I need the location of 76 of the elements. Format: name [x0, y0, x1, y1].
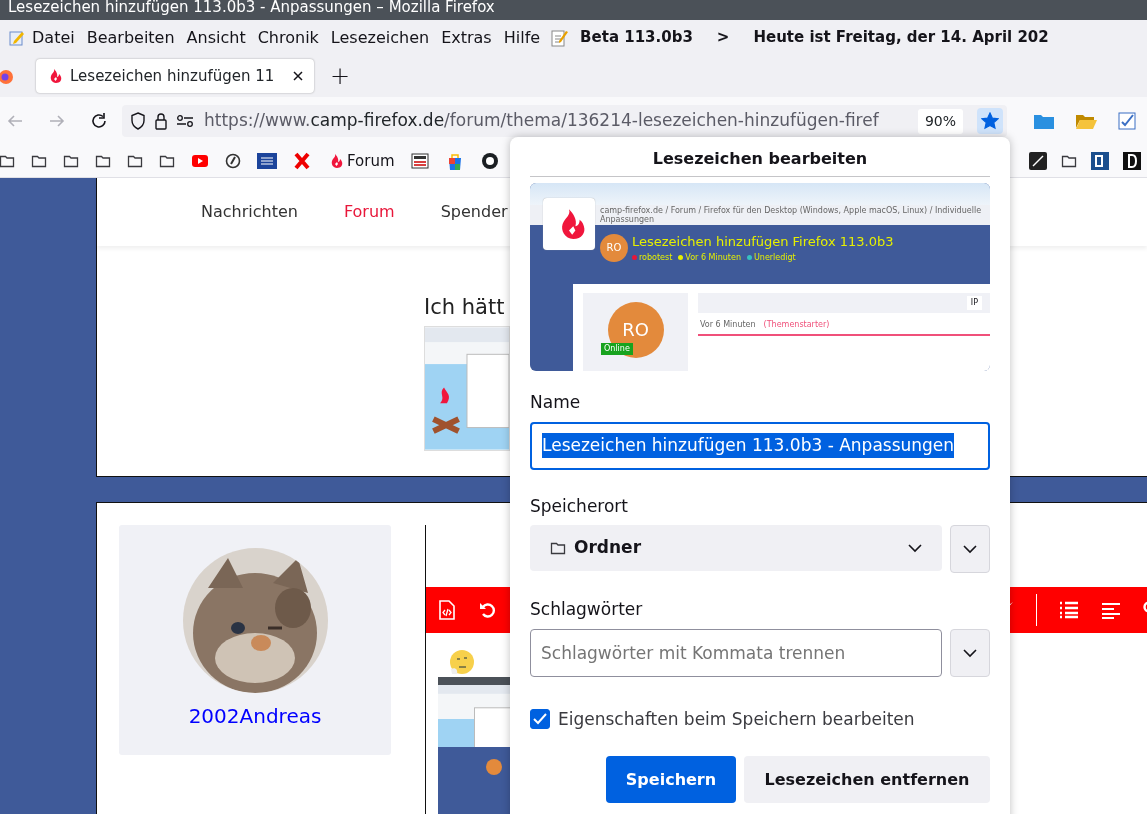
preview-title: Lesezeichen hinzufügen Firefox 113.0b3 — [632, 233, 894, 252]
separator-label: > — [716, 27, 730, 49]
shield-icon[interactable] — [130, 112, 146, 130]
folder-icon[interactable] — [31, 153, 47, 169]
cross-icon[interactable] — [293, 152, 311, 170]
newspaper-icon[interactable] — [410, 152, 429, 170]
folder-icon[interactable] — [127, 153, 143, 169]
align-left-icon[interactable] — [1101, 601, 1121, 619]
bookmark-star-button[interactable] — [977, 108, 1003, 134]
status-badge: Online — [601, 342, 633, 355]
folder-icon[interactable] — [63, 153, 79, 169]
chevron-down-icon — [908, 543, 922, 554]
menu-item[interactable]: Bearbeiten — [80, 25, 181, 50]
menu-item[interactable]: Extras — [435, 25, 498, 50]
site-nav-link[interactable]: Nachrichten — [201, 200, 298, 224]
undo-icon[interactable] — [479, 601, 497, 619]
url-bar[interactable]: https://www.camp-firefox.de/forum/thema/136214-lesezeichen-hinzufügen-firef 90% — [122, 105, 1007, 137]
meta-text: robotest — [639, 251, 673, 264]
post-time: Vor 6 Minuten — [700, 318, 756, 331]
date-label: Heute ist Freitag, der 14. April 202 — [753, 27, 1049, 49]
window-title: Lesezeichen hinzufügen 113.0b3 - Anpassungen – Mozilla Firefox — [8, 0, 495, 14]
open-folder-icon[interactable] — [1075, 112, 1097, 130]
site-nav-link[interactable]: Spender — [440, 200, 508, 224]
chevron-down-icon — [963, 647, 977, 658]
menu-item[interactable]: Datei — [26, 25, 81, 50]
chevron-down-icon — [963, 544, 977, 555]
reload-icon[interactable] — [90, 112, 108, 130]
browser-tab[interactable]: Lesezeichen hinzufügen 11 — [36, 59, 314, 93]
checkbox-label[interactable]: Eigenschaften beim Speichern bearbeiten — [558, 706, 915, 733]
menu-item[interactable]: Hilfe — [497, 25, 547, 50]
folder-icon[interactable] — [1061, 153, 1077, 169]
url-text[interactable]: https://www.camp-firefox.de/forum/thema/136214-lesezeichen-hinzufügen-firef — [204, 108, 879, 134]
list-icon[interactable] — [1059, 601, 1079, 619]
menu-item[interactable]: Ansicht — [180, 25, 252, 50]
new-tab-button[interactable]: + — [330, 58, 351, 94]
folder-icon[interactable] — [159, 153, 175, 169]
note-icon — [550, 27, 569, 48]
firefox-icon[interactable] — [0, 67, 16, 87]
folder-dropdown[interactable]: Ordner — [530, 525, 942, 572]
role-label: (Themenstarter) — [763, 318, 830, 331]
name-field[interactable]: Lesezeichen hinzufügen 113.0b3 - Anpassungen — [530, 421, 990, 470]
meta-icon — [746, 255, 752, 261]
thinking-face-icon — [449, 649, 475, 675]
bookmark-link[interactable]: Forum — [321, 149, 401, 173]
folder-icon — [550, 540, 566, 557]
version-label: Beta 113.0b3 — [580, 27, 693, 49]
pen-icon[interactable] — [1029, 152, 1047, 170]
meta-icon — [678, 255, 684, 261]
field-label: Speicherort — [530, 494, 629, 518]
video-play-icon[interactable] — [191, 152, 209, 170]
menu-item[interactable]: Lesezeichen — [324, 25, 436, 50]
checkbox[interactable] — [530, 709, 550, 730]
menu-item[interactable]: Chronik — [251, 25, 325, 50]
zoom-indicator[interactable]: 90% — [917, 108, 963, 134]
field-label: Name — [530, 391, 582, 415]
meta-text: Vor 6 Minuten — [685, 251, 741, 264]
save-button[interactable]: Speichern — [606, 756, 736, 804]
code-file-icon[interactable] — [438, 600, 456, 620]
ip-button[interactable]: IP — [966, 295, 982, 310]
post-text: Ich hätt — [424, 294, 505, 321]
folder-icon[interactable] — [95, 153, 111, 169]
avatar: RO — [600, 233, 628, 262]
mail-logo-icon[interactable] — [257, 153, 277, 169]
tags-field[interactable]: Schlagwörter mit Kommata trennen — [530, 628, 942, 677]
site-nav-link[interactable]: Forum — [343, 200, 395, 224]
folder-icon[interactable] — [0, 153, 15, 169]
lock-icon[interactable] — [154, 112, 168, 130]
field-label: Schlagwörter — [530, 598, 644, 622]
remove-bookmark-button[interactable]: Lesezeichen entfernen — [744, 756, 990, 804]
close-icon[interactable] — [292, 70, 304, 82]
username-link[interactable]: 2002Andreas — [188, 701, 322, 731]
popup-title: Lesezeichen bearbeiten — [530, 137, 990, 178]
meta-text: Unerledigt — [753, 251, 796, 264]
checklist-icon[interactable] — [1117, 111, 1139, 131]
meta-icon — [632, 255, 637, 261]
permissions-icon[interactable] — [176, 114, 194, 128]
